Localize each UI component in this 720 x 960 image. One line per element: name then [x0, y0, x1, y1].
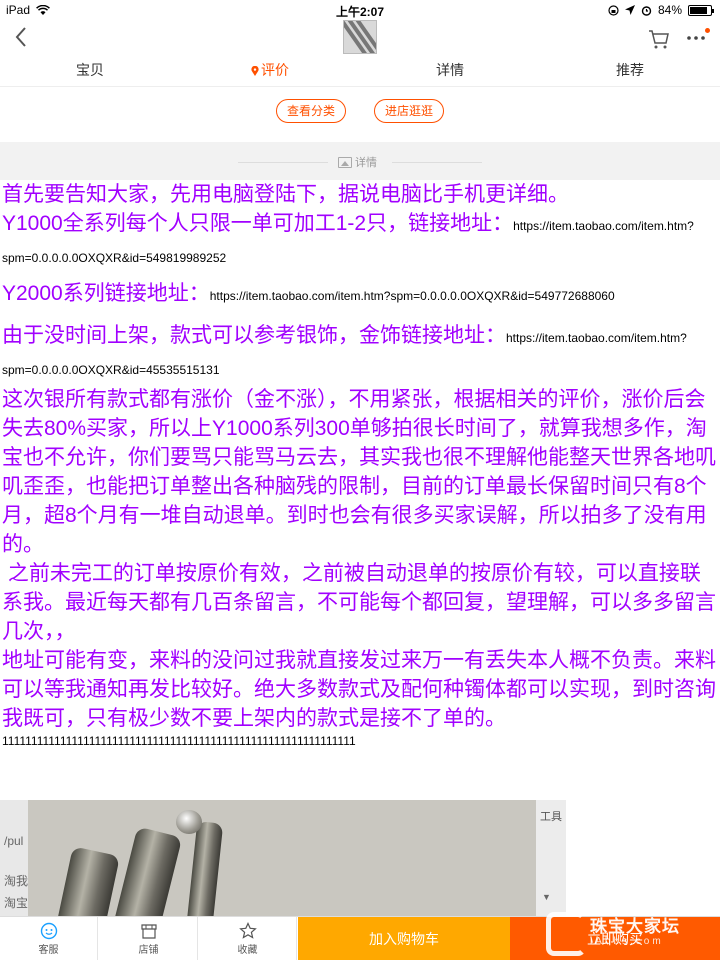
bangle-rod	[48, 846, 120, 916]
buy-now-button[interactable]: 立即购买	[510, 917, 720, 960]
tab-label: 推荐	[616, 62, 644, 78]
store-button[interactable]: 店铺	[100, 917, 198, 960]
view-category-button[interactable]: 查看分类	[276, 99, 347, 123]
status-right: 84%	[608, 3, 714, 17]
description-paragraph: 之前未完工的订单按原价有效，之前被自动退单的按原价有较，可以直接联系我。最近每天…	[2, 562, 716, 643]
store-label: 店铺	[138, 945, 159, 956]
more-icon	[687, 36, 705, 40]
photo-screen-text: 淘宝	[4, 896, 29, 910]
photo-background-sidebar: 工具 ▼	[536, 800, 566, 916]
status-bar: iPad 上午2:07 84%	[0, 0, 720, 20]
description-paragraph: Y2000系列链接地址：https://item.taobao.com/item…	[2, 279, 718, 311]
bangle-rod	[182, 821, 224, 916]
detail-divider-label: 详情	[338, 154, 377, 170]
description-paragraph: 由于没时间上架，款式可以参考银饰，金饰链接地址：https://item.tao…	[2, 321, 718, 385]
battery-fill	[690, 6, 707, 14]
bottom-action-bar: 客服 店铺 收藏 加入购物车 立即购买	[0, 916, 720, 960]
favorite-label: 收藏	[237, 945, 258, 956]
service-icon	[40, 922, 57, 940]
cart-icon	[649, 30, 669, 49]
tab-recommend[interactable]: 推荐	[540, 58, 720, 86]
tab-bar: 宝贝 评价 详情 推荐	[0, 58, 720, 86]
divider-line	[392, 162, 482, 163]
paragraph-text: Y1000全系列每个人只限一单可加工1-2只，链接地址：	[2, 212, 514, 235]
alarm-icon	[641, 5, 652, 16]
favorite-button[interactable]: 收藏	[199, 917, 297, 960]
product-thumbnail[interactable]	[343, 20, 377, 54]
tab-label: 详情	[436, 62, 464, 78]
nav-bar	[0, 20, 720, 58]
photo-screen-text: 淘我	[4, 874, 29, 888]
image-icon	[338, 156, 352, 168]
shop-actions: 查看分类 进店逛逛	[0, 86, 720, 142]
tab-label: 评价	[261, 62, 289, 78]
tab-reviews[interactable]: 评价	[180, 58, 360, 86]
location-icon	[624, 5, 635, 15]
notification-dot	[705, 28, 710, 33]
store-icon	[140, 924, 157, 939]
back-button[interactable]	[14, 26, 34, 52]
description-filler: 1111111111111111111111111111111111111111…	[2, 734, 356, 748]
chevron-left-icon	[15, 27, 26, 47]
photo-background-screen: /pul 淘我 淘宝	[0, 800, 28, 916]
detail-divider: 详情	[0, 142, 720, 180]
customer-service-button[interactable]: 客服	[0, 917, 98, 960]
enter-shop-button[interactable]: 进店逛逛	[374, 99, 445, 123]
star-icon	[238, 922, 257, 939]
tab-details[interactable]: 详情	[360, 58, 540, 86]
battery-percent: 84%	[657, 3, 682, 17]
tab-baby[interactable]: 宝贝	[0, 58, 180, 86]
description-paragraph: 地址可能有变，来料的没问过我就直接发过来万一有丢失本人概不负责。来料可以等我通知…	[2, 649, 716, 730]
service-label: 客服	[38, 945, 59, 956]
description-paragraph: Y1000全系列每个人只限一单可加工1-2只，链接地址：https://item…	[2, 209, 718, 273]
battery-icon	[688, 4, 714, 16]
product-photo[interactable]: /pul 淘我 淘宝 工具 ▼	[0, 800, 566, 916]
detail-label: 详情	[355, 157, 377, 169]
description-content: 首先要告知大家，先用电脑登陆下，据说电脑比手机更详细。 Y1000全系列每个人只…	[0, 180, 720, 800]
add-to-cart-button[interactable]: 加入购物车	[298, 917, 510, 960]
tab-label: 宝贝	[76, 62, 104, 78]
paragraph-text: Y2000系列链接地址：	[2, 282, 210, 305]
bangle-end-ball	[176, 810, 202, 834]
photo-screen-text: /pul	[4, 834, 24, 848]
chevron-down-icon: ▼	[542, 892, 551, 902]
paragraph-text: 由于没时间上架，款式可以参考银饰，金饰链接地址：	[2, 324, 506, 347]
photo-side-text: 工具	[540, 811, 562, 823]
cart-button[interactable]	[648, 28, 670, 50]
location-pin-icon	[251, 66, 259, 76]
divider-line	[238, 162, 328, 163]
more-button[interactable]	[686, 26, 710, 50]
description-paragraph: 首先要告知大家，先用电脑登陆下，据说电脑比手机更详细。	[2, 183, 569, 206]
description-paragraph: 这次银所有款式都有涨价（金不涨），不用紧张，根据相关的评价，涨价后会失去80%买…	[2, 388, 716, 556]
rotation-lock-icon	[608, 4, 619, 16]
product-link[interactable]: https://item.taobao.com/item.htm?spm=0.0…	[210, 289, 615, 303]
